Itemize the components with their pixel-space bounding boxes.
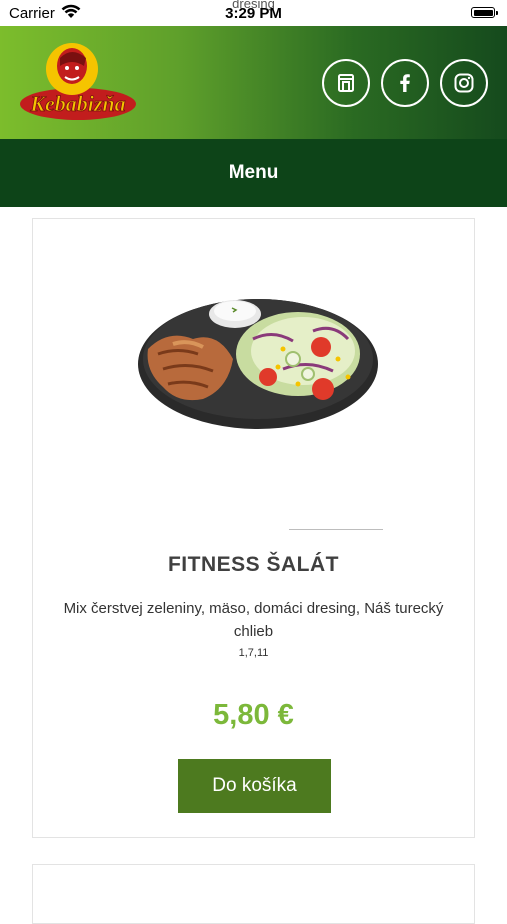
menu-bar[interactable]: Menu — [0, 139, 507, 207]
divider — [289, 529, 383, 530]
shop-icon[interactable] — [322, 59, 370, 107]
battery-icon — [471, 7, 498, 18]
product-description: Mix čerstvej zeleniny, mäso, domáci dres… — [63, 600, 444, 640]
menu-label[interactable]: Menu — [229, 162, 279, 184]
logo-text: Kebabizňa — [29, 91, 125, 116]
product-image — [138, 299, 378, 429]
status-time: 3:29 PM — [225, 5, 282, 22]
instagram-icon[interactable] — [440, 59, 488, 107]
product-price: 5,80 € — [213, 699, 294, 731]
status-bar: dresing Carrier 3:29 PM — [0, 0, 507, 26]
kebabizna-logo[interactable]: Kebabizňa — [16, 36, 140, 126]
product-title: FITNESS ŠALÁT — [167, 553, 339, 576]
next-product-card — [32, 864, 475, 924]
product-allergens: 1,7,11 — [238, 647, 269, 659]
add-to-cart-button[interactable]: Do košíka — [178, 759, 331, 813]
product-card: FITNESS ŠALÁT Mix čerstvej zeleniny, mäs… — [32, 218, 475, 838]
facebook-icon[interactable] — [381, 59, 429, 107]
header: Kebabizňa — [0, 26, 507, 139]
